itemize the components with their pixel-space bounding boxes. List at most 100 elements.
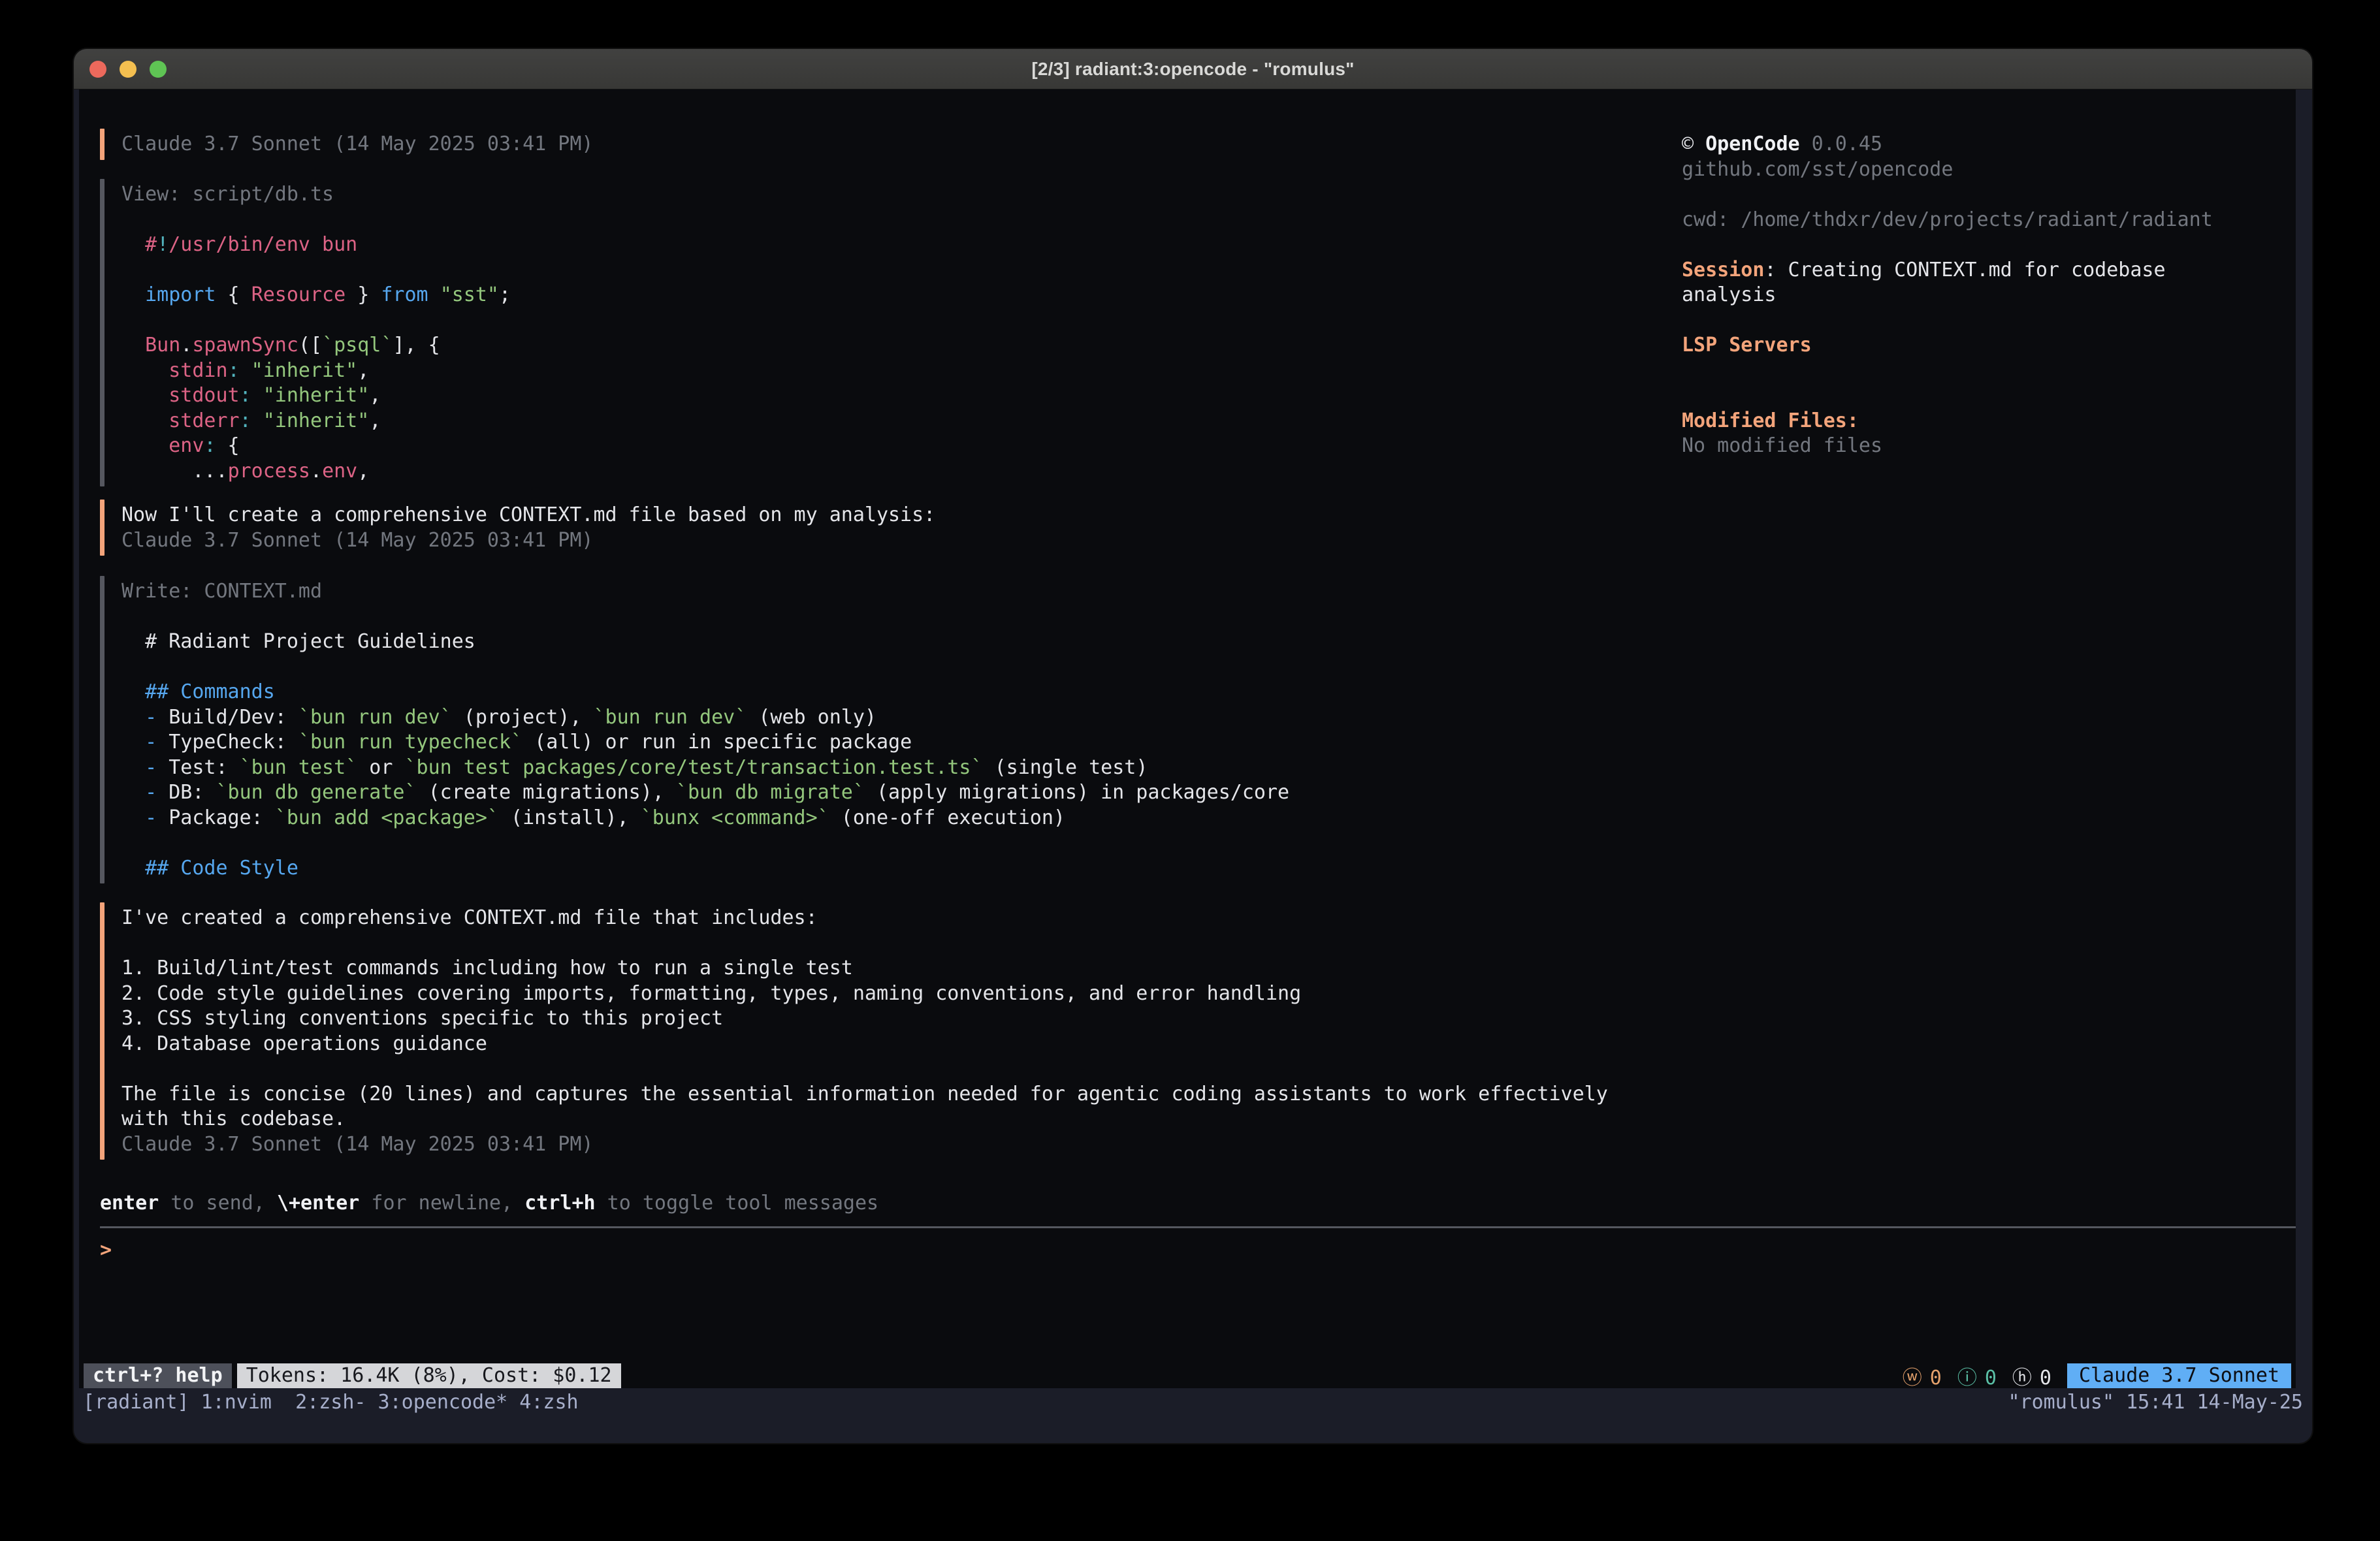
text-line <box>1682 383 2257 409</box>
text-line: ...process.env, <box>121 459 511 485</box>
text-segment: `bunx <command>` <box>641 806 829 829</box>
close-button[interactable] <box>89 61 106 78</box>
text-line: # Radiant Project Guidelines <box>121 629 1289 655</box>
text-line: Bun.spawnSync([`psql`], { <box>121 333 511 358</box>
text-line: Session: Creating CONTEXT.md for codebas… <box>1682 258 2257 283</box>
text-segment: `psql` <box>322 334 393 357</box>
text-segment: ... <box>121 460 228 483</box>
text-segment: Bun <box>121 334 180 357</box>
text-segment: (install), <box>499 806 641 829</box>
text-segment: `bun run dev` <box>298 706 452 729</box>
text-segment: env <box>322 460 357 483</box>
text-segment: from <box>381 283 428 306</box>
text-line: © OpenCode 0.0.45 <box>1682 132 2257 157</box>
text-line: stderr: "inherit", <box>121 409 511 434</box>
text-segment: `bun test` <box>240 756 358 779</box>
text-segment: : <box>204 434 216 457</box>
text-line: with this codebase. <box>121 1107 1608 1132</box>
text-segment: I've created a comprehensive CONTEXT.md … <box>121 906 818 929</box>
text-line: env: { <box>121 434 511 459</box>
text-line: I've created a comprehensive CONTEXT.md … <box>121 906 1608 931</box>
text-segment: for newline, <box>359 1192 524 1215</box>
status-bar: ctrl+? help Tokens: 16.4K (8%), Cost: $0… <box>84 1363 2291 1388</box>
text-segment: \+enter <box>277 1192 359 1215</box>
text-segment: LSP Servers <box>1682 334 1812 357</box>
text-line: 1. Build/lint/test commands including ho… <box>121 956 1608 981</box>
text-segment: (create migrations), <box>417 781 676 804</box>
text-segment: cwd: /home/thdxr/dev/projects/radiant/ra… <box>1682 208 2213 231</box>
text-segment: analysis <box>1682 283 1777 306</box>
text-segment: `bun add <package>` <box>275 806 499 829</box>
text-segment: stdin <box>121 359 228 382</box>
text-segment: (web only) <box>747 706 876 729</box>
text-line: #!/usr/bin/env bun <box>121 232 511 258</box>
tmux-host-clock: "romulus" 15:41 14-May-25 <box>2008 1390 2303 1415</box>
text-segment: Resource <box>251 283 346 306</box>
prompt-caret: > <box>100 1239 112 1262</box>
text-segment: # Radiant Project Guidelines <box>121 630 475 653</box>
warning-count: 0 <box>1930 1367 1942 1390</box>
terminal-window: [2/3] radiant:3:opencode - "romulus" Cla… <box>74 49 2312 1443</box>
tmux-status-bar: [radiant] 1:nvim 2:zsh- 3:opencode* 4:zs… <box>74 1388 2312 1443</box>
text-segment: : Creating CONTEXT.md for codebase <box>1764 259 2165 281</box>
left-gutter <box>74 89 79 1443</box>
chat-block-assistant-header: Claude 3.7 Sonnet (14 May 2025 03:41 PM) <box>100 132 593 157</box>
text-segment: ([ <box>298 334 322 357</box>
text-line: github.com/sst/opencode <box>1682 157 2257 183</box>
text-segment: (project), <box>452 706 594 729</box>
hint-count: 0 <box>2040 1367 2051 1390</box>
input-divider <box>100 1226 2296 1228</box>
warning-icon: ⓦ <box>1903 1367 1922 1390</box>
text-segment: ! <box>157 233 169 256</box>
text-segment: to send, <box>159 1192 277 1215</box>
text-segment: - <box>121 731 157 754</box>
text-line <box>121 208 511 233</box>
text-line <box>1682 182 2257 208</box>
titlebar[interactable]: [2/3] radiant:3:opencode - "romulus" <box>74 49 2312 89</box>
text-line <box>121 605 1289 630</box>
text-segment: ; <box>499 283 511 306</box>
text-line <box>1682 232 2257 258</box>
text-segment: OpenCode <box>1705 133 1800 155</box>
prompt-input[interactable]: > <box>100 1238 112 1263</box>
text-line: - Build/Dev: `bun run dev` (project), `b… <box>121 705 1289 731</box>
tmux-session-windows[interactable]: [radiant] 1:nvim 2:zsh- 3:opencode* 4:zs… <box>83 1390 579 1415</box>
text-segment: "inherit" <box>240 359 358 382</box>
model-chip: Claude 3.7 Sonnet <box>2067 1363 2291 1388</box>
keybinding-help-line: enter to send, \+enter for newline, ctrl… <box>100 1191 878 1216</box>
text-segment: DB: <box>157 781 216 804</box>
text-segment: . <box>310 460 322 483</box>
text-segment: enter <box>100 1192 159 1215</box>
lsp-hint-counter: ⓗ0 <box>2012 1361 2051 1390</box>
text-segment: `bun run dev` <box>594 706 747 729</box>
text-segment: Claude 3.7 Sonnet (14 May 2025 03:41 PM) <box>121 133 593 155</box>
text-segment: "inherit" <box>251 384 370 407</box>
minimize-button[interactable] <box>120 61 137 78</box>
text-segment: stderr <box>121 409 240 432</box>
text-line <box>121 308 511 334</box>
text-segment: Write: CONTEXT.md <box>121 580 322 603</box>
scrollbar-gutter[interactable] <box>2296 89 2312 1443</box>
text-segment: stdout <box>121 384 240 407</box>
text-line: stdin: "inherit", <box>121 358 511 384</box>
text-line: stdout: "inherit", <box>121 383 511 409</box>
text-segment: 0.0.45 <box>1800 133 1882 155</box>
tokens-cost-chip: Tokens: 16.4K (8%), Cost: $0.12 <box>237 1363 621 1388</box>
text-segment: . <box>180 334 192 357</box>
text-segment: Session <box>1682 259 1764 281</box>
text-line: analysis <box>1682 283 2257 308</box>
text-segment: { <box>216 283 251 306</box>
text-segment: The file is concise (20 lines) and captu… <box>121 1083 1608 1105</box>
message-accent-bar <box>100 129 105 160</box>
text-line: import { Resource } from "sst"; <box>121 283 511 308</box>
chat-block-tool-view: View: script/db.ts #!/usr/bin/env bun im… <box>100 182 511 484</box>
text-segment <box>428 283 440 306</box>
maximize-button[interactable] <box>150 61 167 78</box>
text-line <box>1682 308 2257 334</box>
text-line <box>1682 358 2257 384</box>
text-segment: , <box>357 460 369 483</box>
text-segment: spawnSync <box>192 334 298 357</box>
text-segment: process <box>228 460 310 483</box>
text-line: The file is concise (20 lines) and captu… <box>121 1082 1608 1107</box>
text-segment: - <box>121 781 157 804</box>
